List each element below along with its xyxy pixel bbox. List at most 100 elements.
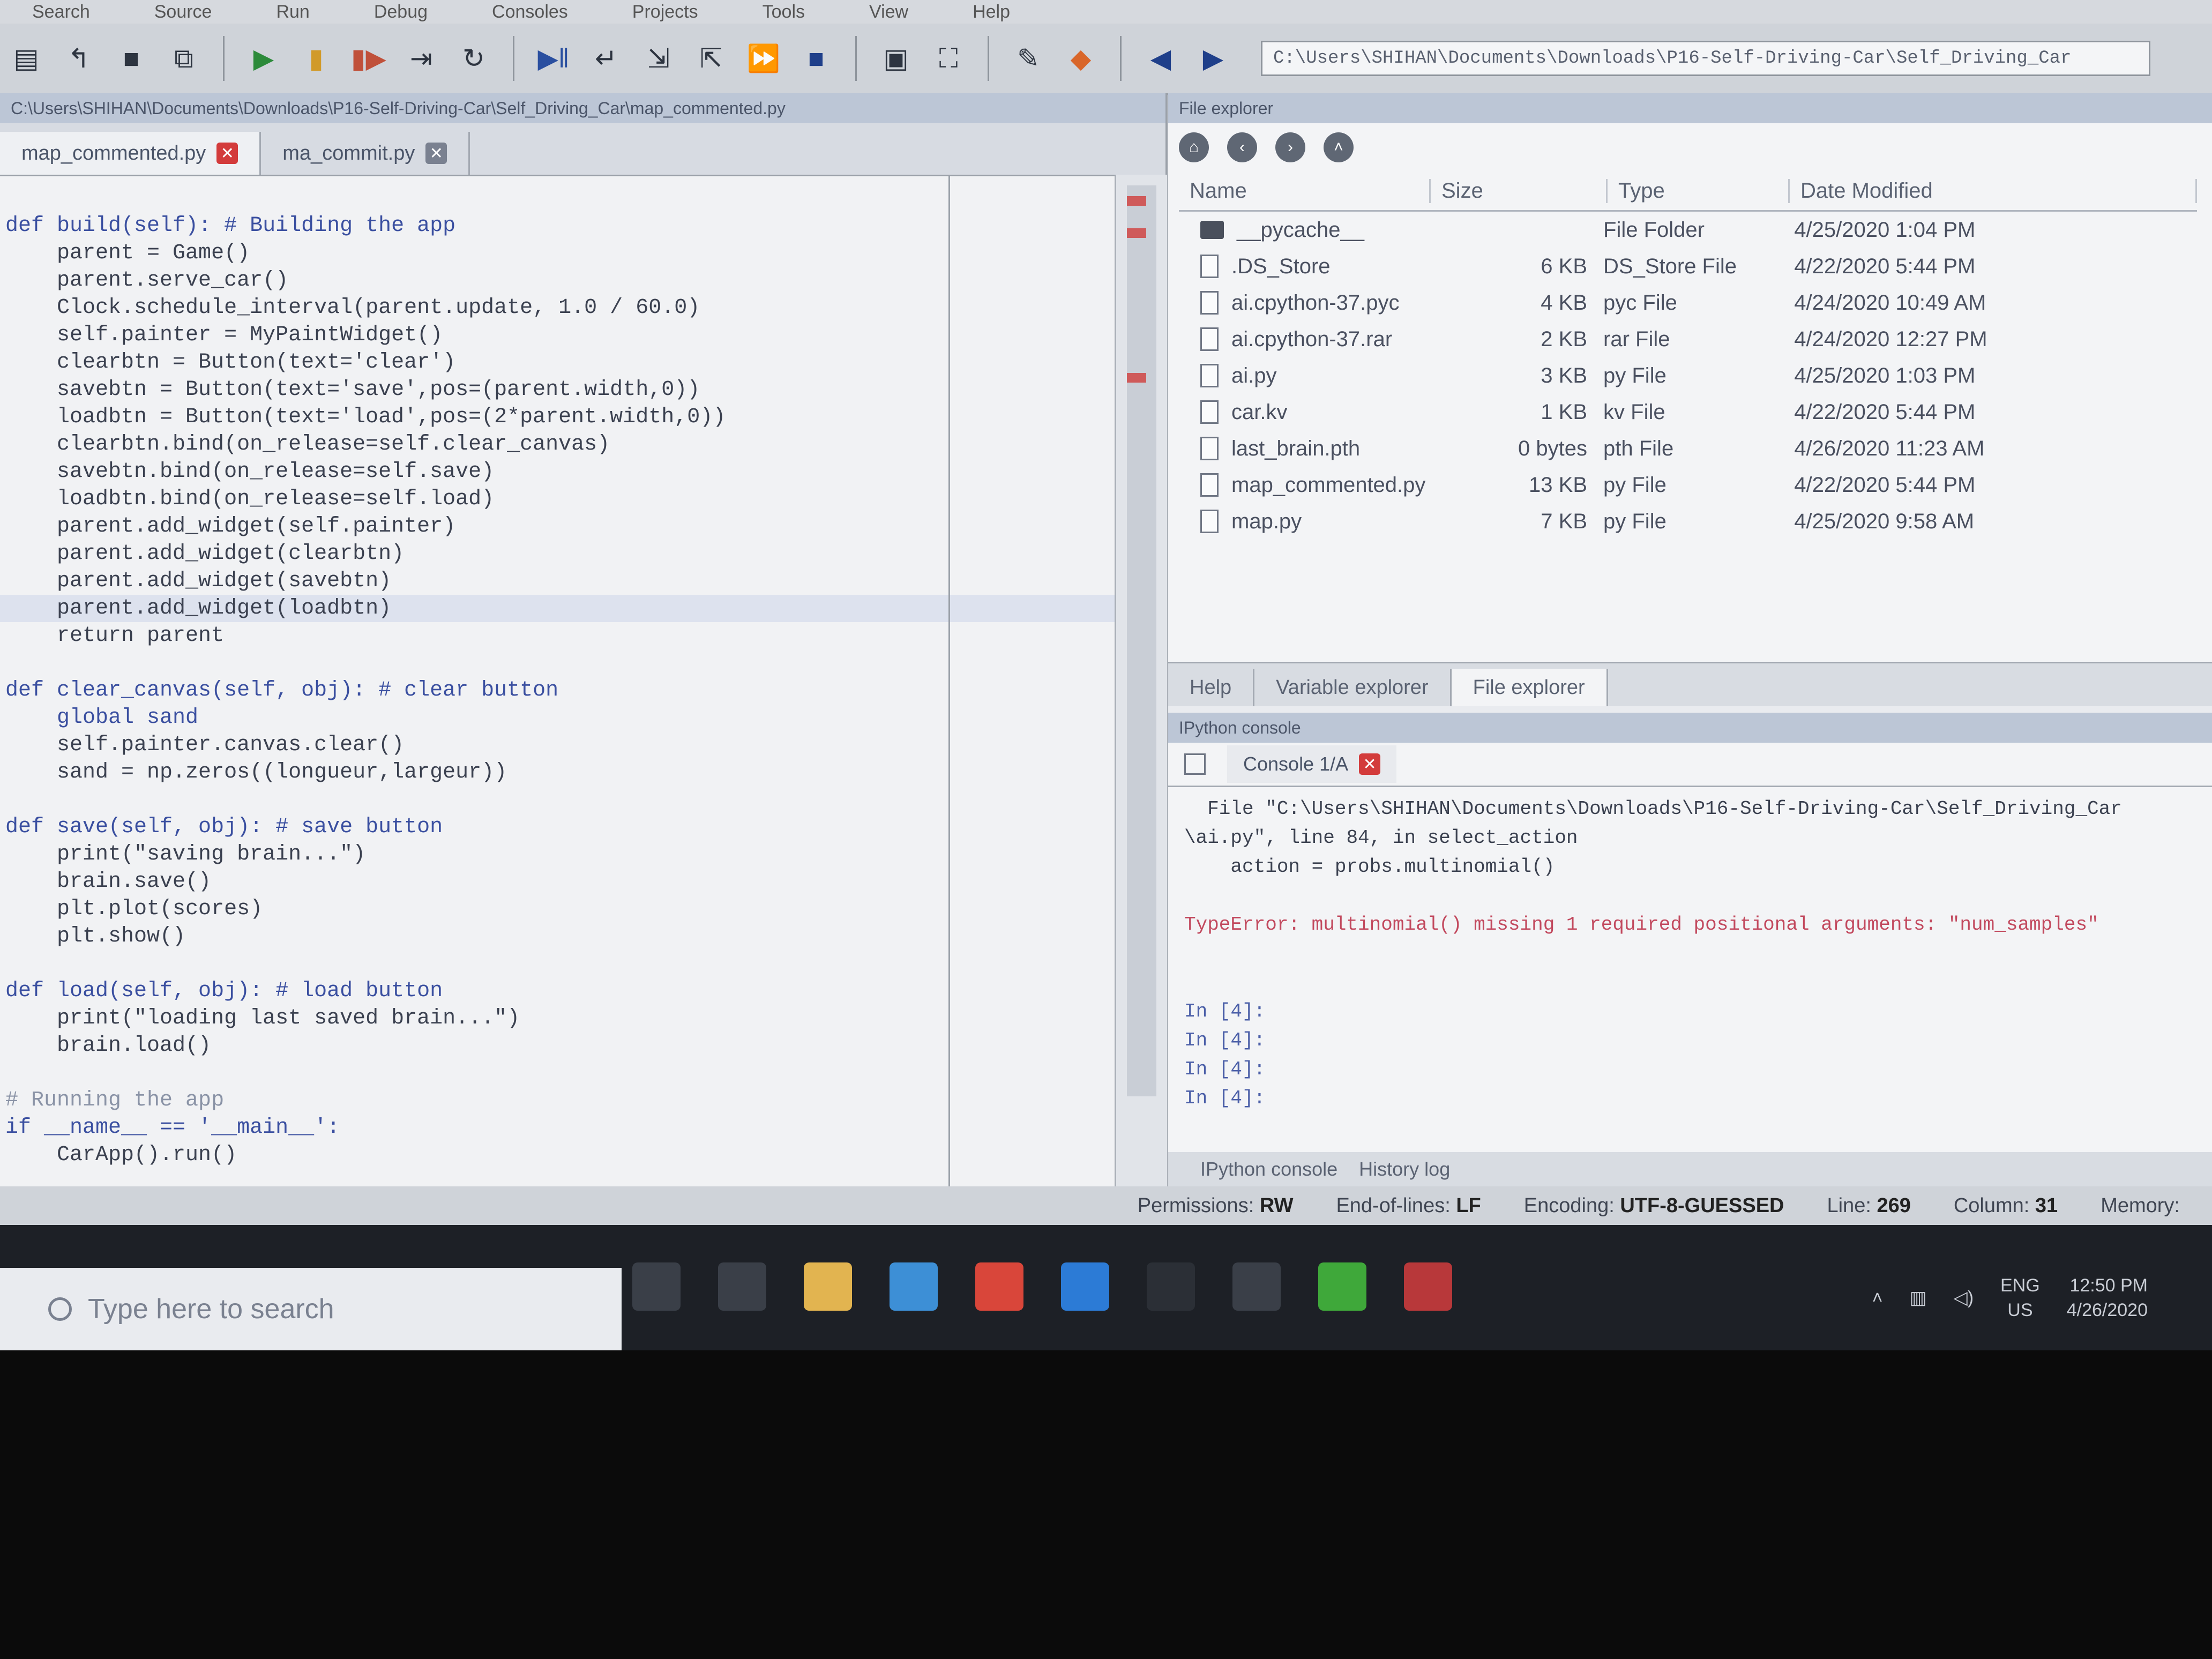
save-all-icon[interactable]: ⧉ <box>165 40 203 77</box>
close-icon[interactable]: ✕ <box>1359 753 1381 775</box>
close-icon[interactable]: ✕ <box>216 143 238 164</box>
python-path-icon[interactable]: ◆ <box>1062 40 1100 77</box>
fullscreen-icon[interactable]: ⛶ <box>930 40 967 77</box>
forward-icon[interactable]: › <box>1275 132 1305 162</box>
network-icon[interactable]: ▥ <box>1909 1287 1926 1309</box>
step-into-icon[interactable]: ⇲ <box>640 40 677 77</box>
file-row[interactable]: map_commented.py 13 KB py File 4/22/2020 5:… <box>1179 467 2197 503</box>
tab-history-log[interactable]: History log <box>1359 1158 1450 1180</box>
file-row[interactable]: last_brain.pth 0 bytes pth File 4/26/2020 1… <box>1179 430 2197 467</box>
code-line: parent.add_widget(self.painter) <box>5 514 456 539</box>
new-file-icon[interactable]: ▤ <box>8 40 45 77</box>
run-icon[interactable]: ▶ <box>245 40 282 77</box>
file-explorer-icon[interactable] <box>804 1262 852 1311</box>
scrollbar-thumb[interactable] <box>1127 185 1156 1096</box>
warning-marker <box>1127 228 1146 238</box>
tab-help[interactable]: Help <box>1168 669 1255 706</box>
file-name-cell: .DS_Store <box>1179 255 1428 279</box>
home-icon[interactable]: ⌂ <box>1179 132 1209 162</box>
menu-source[interactable]: Source <box>122 2 244 23</box>
code-line: def save(self, obj): # save button <box>5 815 443 839</box>
code-editor[interactable]: def build(self): # Building the app pare… <box>0 175 1115 1262</box>
code-line: def load(self, obj): # load button <box>5 979 443 1003</box>
working-directory-field[interactable]: C:\Users\SHIHAN\Documents\Downloads\P16-… <box>1261 41 2150 76</box>
mail-icon[interactable] <box>890 1262 938 1311</box>
preferences-icon[interactable]: ✎ <box>1010 40 1047 77</box>
console-tab[interactable]: Console 1/A ✕ <box>1227 745 1397 783</box>
column-header-type[interactable]: Type <box>1608 178 1790 203</box>
calculator-icon[interactable] <box>1232 1262 1281 1311</box>
code-line: def clear_canvas(self, obj): # clear but… <box>5 678 559 703</box>
code-line: print("saving brain...") <box>5 842 366 866</box>
column-header-date[interactable]: Date Modified <box>1790 178 2197 203</box>
menu-tools[interactable]: Tools <box>730 2 837 23</box>
column-header-size[interactable]: Size <box>1431 178 1608 203</box>
volume-icon[interactable]: ◁) <box>1954 1287 1974 1309</box>
menu-debug[interactable]: Debug <box>342 2 460 23</box>
file-row[interactable]: .DS_Store 6 KB DS_Store File 4/22/2020 5:44… <box>1179 248 2197 285</box>
editor-scrollbar[interactable] <box>1115 175 1167 1225</box>
file-row[interactable]: ai.cpython-37.rar 2 KB rar File 4/24/2020 1… <box>1179 321 2197 357</box>
menubar: Search Source Run Debug Consoles Project… <box>0 0 2212 24</box>
file-date: 4/26/2020 11:23 AM <box>1794 436 1985 460</box>
open-file-icon[interactable]: ↰ <box>60 40 98 77</box>
editor-pane: C:\Users\SHIHAN\Documents\Downloads\P16-… <box>0 93 1168 1225</box>
console-line: File "C:\Users\SHIHAN\Documents\Download… <box>1184 798 2122 820</box>
run-selection-icon[interactable]: ⇥ <box>402 40 440 77</box>
chrome-icon[interactable] <box>975 1262 1023 1311</box>
menu-search[interactable]: Search <box>0 2 122 23</box>
file-name-cell: ai.cpython-37.rar <box>1179 327 1428 352</box>
file-row[interactable]: __pycache__ File Folder 4/25/2020 1:04 PM <box>1179 212 2197 248</box>
menu-help[interactable]: Help <box>940 2 1042 23</box>
continue-icon[interactable]: ⏩ <box>745 40 782 77</box>
maximize-pane-icon[interactable]: ▣ <box>877 40 915 77</box>
forward-arrow-icon[interactable]: ▶ <box>1194 40 1232 77</box>
task-view-icon[interactable] <box>718 1262 766 1311</box>
cortana-icon[interactable] <box>632 1262 681 1311</box>
file-row[interactable]: map.py 7 KB py File 4/25/2020 9:58 AM <box>1179 503 2197 540</box>
save-icon[interactable]: ■ <box>113 40 150 77</box>
debug-icon[interactable]: ▶‖ <box>535 40 572 77</box>
tray-chevron-icon[interactable]: ˄ <box>1872 1288 1883 1309</box>
language-indicator[interactable]: ENG US <box>2000 1273 2040 1322</box>
anaconda-icon[interactable] <box>1318 1262 1366 1311</box>
column-header-name[interactable]: Name <box>1179 178 1431 203</box>
file-row[interactable]: ai.cpython-37.pyc 4 KB pyc File 4/24/2020 1… <box>1179 285 2197 321</box>
step-return-icon[interactable]: ⇱ <box>692 40 730 77</box>
console-output[interactable]: File "C:\Users\SHIHAN\Documents\Download… <box>1168 787 2212 1120</box>
menu-projects[interactable]: Projects <box>600 2 730 23</box>
back-arrow-icon[interactable]: ◀ <box>1142 40 1179 77</box>
file-table: Name Size Type Date Modified __pycache__… <box>1179 171 2197 540</box>
step-icon[interactable]: ↵ <box>587 40 625 77</box>
tab-variable-explorer[interactable]: Variable explorer <box>1254 669 1452 706</box>
tab-file-explorer[interactable]: File explorer <box>1451 669 1608 706</box>
clock-time: 12:50 PM <box>2069 1275 2148 1296</box>
menu-run[interactable]: Run <box>244 2 341 23</box>
taskbar-search-box[interactable]: Type here to search <box>0 1268 622 1350</box>
spyder-icon[interactable] <box>1404 1262 1452 1311</box>
up-icon[interactable]: ˄ <box>1324 132 1354 162</box>
menu-consoles[interactable]: Consoles <box>460 2 600 23</box>
clock[interactable]: 12:50 PM 4/26/2020 <box>2067 1273 2148 1322</box>
menu-view[interactable]: View <box>837 2 940 23</box>
editor-tab-map-commented[interactable]: map_commented.py ✕ <box>0 132 261 175</box>
terminal-icon[interactable] <box>1147 1262 1195 1311</box>
stop-debug-icon[interactable]: ■ <box>797 40 835 77</box>
console-options-icon[interactable] <box>1184 753 1206 775</box>
run-cell-advance-icon[interactable]: ▮▶ <box>350 40 387 77</box>
store-icon[interactable] <box>1061 1262 1109 1311</box>
file-type: pth File <box>1603 436 1674 460</box>
tab-ipython-console[interactable]: IPython console <box>1200 1158 1337 1180</box>
file-name: map.py <box>1231 509 1302 533</box>
file-size: 6 KB <box>1541 254 1588 278</box>
rerun-icon[interactable]: ↻ <box>455 40 492 77</box>
file-row[interactable]: car.kv 1 KB kv File 4/22/2020 5:44 PM <box>1179 394 2197 430</box>
close-icon[interactable]: ✕ <box>425 143 447 164</box>
file-row[interactable]: ai.py 3 KB py File 4/25/2020 1:03 PM <box>1179 357 2197 394</box>
run-cell-icon[interactable]: ▮ <box>297 40 335 77</box>
editor-tab-second[interactable]: ma_commit.py ✕ <box>261 132 470 175</box>
back-icon[interactable]: ‹ <box>1227 132 1257 162</box>
